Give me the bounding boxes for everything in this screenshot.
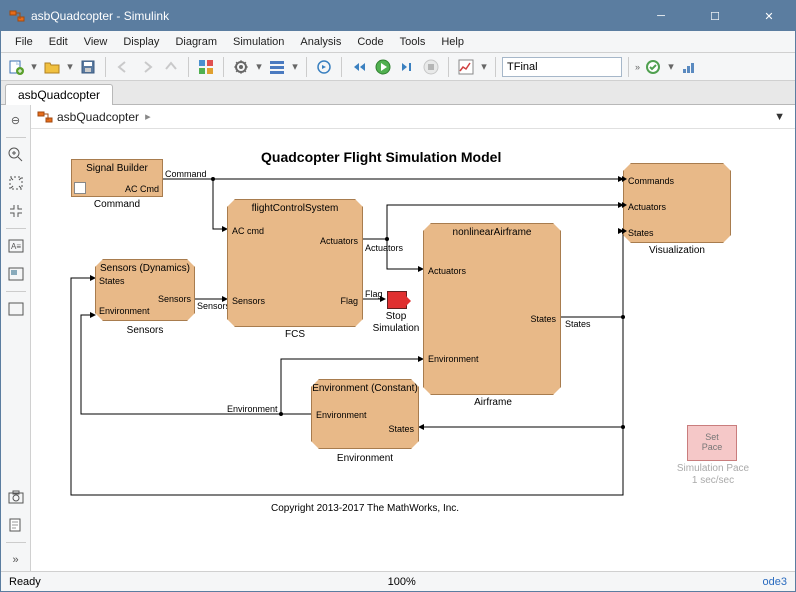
label-visualization: Visualization: [627, 245, 727, 256]
image-icon[interactable]: [5, 298, 27, 320]
breadcrumb: asbQuadcopter ▸ ▼: [31, 105, 795, 129]
svg-text:A≡: A≡: [11, 242, 21, 251]
back-button[interactable]: [112, 56, 134, 78]
statusbar: Ready 100% ode3: [1, 571, 795, 591]
diagram-title: Quadcopter Flight Simulation Model: [261, 149, 501, 165]
step-forward-button[interactable]: [396, 56, 418, 78]
block-stop-simulation[interactable]: [387, 291, 407, 309]
block-environment[interactable]: Environment (Constant) Environment State…: [311, 379, 419, 449]
block-signal-builder[interactable]: Signal Builder AC Cmd: [71, 159, 163, 197]
block-simulation-pace[interactable]: Set Pace: [687, 425, 737, 461]
rewind-button[interactable]: [348, 56, 370, 78]
menu-help[interactable]: Help: [433, 36, 472, 48]
chevron-right-icon: ▸: [143, 110, 153, 123]
menu-edit[interactable]: Edit: [41, 36, 76, 48]
zoom-normal-icon[interactable]: [5, 200, 27, 222]
label-sensors: Sensors: [95, 325, 195, 336]
model-properties-icon[interactable]: [5, 514, 27, 536]
forward-button[interactable]: [136, 56, 158, 78]
window-title: asbQuadcopter - Simulink: [31, 9, 643, 23]
tabstrip: asbQuadcopter: [1, 81, 795, 105]
close-button[interactable]: ✕: [751, 4, 787, 28]
annotation-icon[interactable]: [5, 263, 27, 285]
step-back-button[interactable]: [313, 56, 335, 78]
open-dropdown[interactable]: ▾: [65, 60, 75, 73]
label-airframe: Airframe: [443, 397, 543, 408]
copyright-text: Copyright 2013-2017 The MathWorks, Inc.: [271, 503, 459, 514]
label-stop2: Simulation: [361, 323, 431, 334]
maximize-button[interactable]: ☐: [697, 4, 733, 28]
open-button[interactable]: [41, 56, 63, 78]
titlebar: asbQuadcopter - Simulink ─ ☐ ✕: [1, 1, 795, 31]
model-icon: [37, 109, 53, 125]
minimize-button[interactable]: ─: [643, 4, 679, 28]
label-pace1: Simulation Pace: [663, 463, 763, 474]
screenshot-icon[interactable]: [5, 486, 27, 508]
menu-view[interactable]: View: [76, 36, 116, 48]
new-dropdown[interactable]: ▾: [29, 60, 39, 73]
label-fcs: FCS: [245, 329, 345, 340]
fit-view-icon[interactable]: [5, 172, 27, 194]
label-command: Command: [67, 199, 167, 210]
stop-button[interactable]: [420, 56, 442, 78]
block-visualization[interactable]: Commands Actuators States: [623, 163, 731, 243]
new-button[interactable]: [5, 56, 27, 78]
menu-analysis[interactable]: Analysis: [292, 36, 349, 48]
update-diagram-button[interactable]: [642, 56, 664, 78]
breadcrumb-dropdown[interactable]: ▼: [770, 111, 789, 123]
palette: ⊖ A≡ »: [1, 105, 31, 571]
config-dropdown[interactable]: ▾: [254, 60, 264, 73]
data-inspector-button[interactable]: [455, 56, 477, 78]
toolbar: ▾ ▾ ▾ ▾ ▾ » ▾: [1, 53, 795, 81]
explorer-dropdown[interactable]: ▾: [290, 60, 300, 73]
zoom-in-icon[interactable]: [5, 144, 27, 166]
model-explorer-button[interactable]: [266, 56, 288, 78]
block-fcs[interactable]: flightControlSystem AC cmd Sensors Actua…: [227, 199, 363, 327]
hide-navbar-button[interactable]: ⊖: [5, 109, 27, 131]
menu-simulation[interactable]: Simulation: [225, 36, 292, 48]
label-environment: Environment: [315, 453, 415, 464]
breadcrumb-model[interactable]: asbQuadcopter: [57, 110, 139, 124]
model-config-button[interactable]: [230, 56, 252, 78]
run-button[interactable]: [372, 56, 394, 78]
menu-code[interactable]: Code: [349, 36, 391, 48]
block-airframe[interactable]: nonlinearAirframe Actuators Environment …: [423, 223, 561, 395]
status-zoom: 100%: [388, 576, 416, 588]
tab-model[interactable]: asbQuadcopter: [5, 84, 113, 105]
menu-file[interactable]: File: [7, 36, 41, 48]
build-button[interactable]: [678, 56, 700, 78]
label-stop1: Stop: [361, 311, 431, 322]
up-button[interactable]: [160, 56, 182, 78]
save-button[interactable]: [77, 56, 99, 78]
sample-time-icon[interactable]: A≡: [5, 235, 27, 257]
menu-tools[interactable]: Tools: [392, 36, 434, 48]
status-ready: Ready: [9, 576, 41, 588]
menu-diagram[interactable]: Diagram: [167, 36, 225, 48]
label-pace2: 1 sec/sec: [663, 475, 763, 486]
menu-display[interactable]: Display: [115, 36, 167, 48]
canvas[interactable]: Quadcopter Flight Simulation Model: [31, 129, 795, 571]
library-browser-button[interactable]: [195, 56, 217, 78]
status-solver[interactable]: ode3: [763, 576, 787, 588]
update-dropdown[interactable]: ▾: [666, 60, 676, 73]
menubar: File Edit View Display Diagram Simulatio…: [1, 31, 795, 53]
toolbar-more[interactable]: »: [635, 62, 640, 72]
stop-time-input[interactable]: [502, 57, 622, 77]
block-sensors[interactable]: Sensors (Dynamics) States Environment Se…: [95, 259, 195, 321]
inspector-dropdown[interactable]: ▾: [479, 60, 489, 73]
simulink-icon: [9, 8, 25, 24]
expand-icon[interactable]: »: [5, 549, 27, 571]
